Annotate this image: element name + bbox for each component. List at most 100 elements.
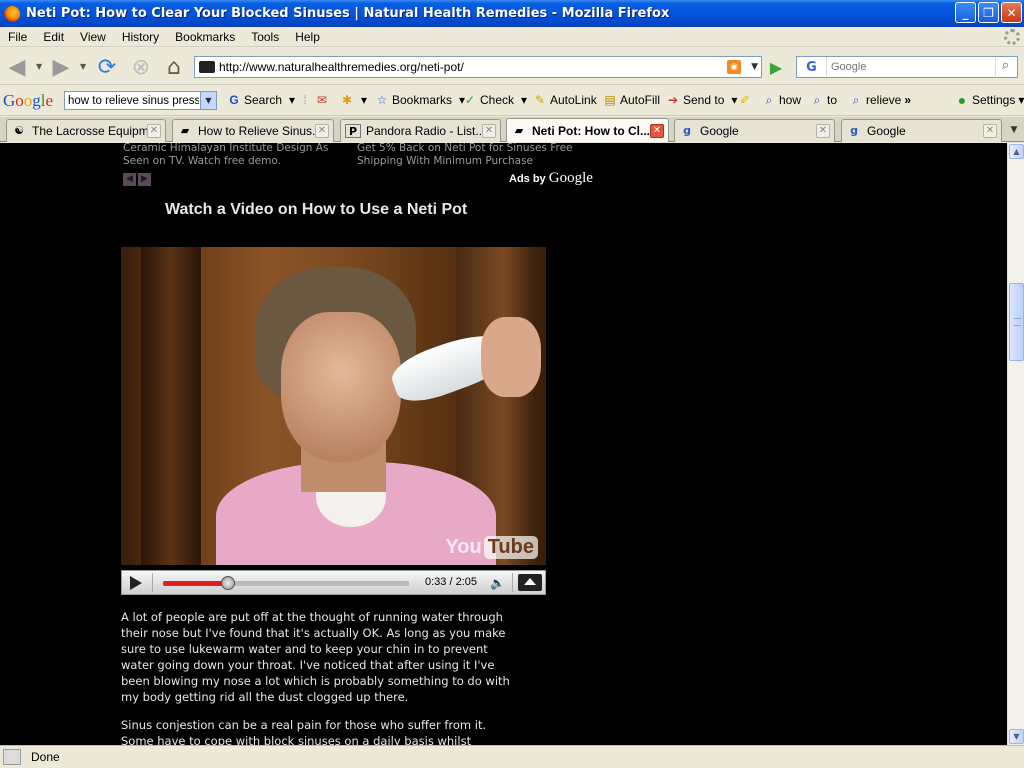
- tab-list-dropdown-icon[interactable]: ▼: [1006, 121, 1022, 139]
- video-frame-hand: [481, 317, 541, 397]
- autolink-wand-icon: ✎: [534, 93, 546, 107]
- ad-next-icon[interactable]: ▶: [138, 173, 151, 186]
- play-icon[interactable]: [130, 576, 142, 590]
- term-magnifier-icon: ⌕: [765, 93, 773, 107]
- google-toolbar-logo[interactable]: Google: [3, 91, 53, 111]
- query-dropdown-icon[interactable]: ▼: [200, 92, 216, 109]
- address-url[interactable]: http://www.naturalhealthremedies.org/net…: [219, 60, 464, 74]
- toolbar-gadgets-button[interactable]: ✱ ▾: [340, 93, 371, 107]
- google-search-button[interactable]: G Search ▾: [227, 93, 299, 107]
- toolbar-news-button[interactable]: ⁞ ✉: [298, 93, 329, 107]
- settings-dropdown-icon[interactable]: ▾: [1018, 93, 1024, 107]
- window-title-bar: Neti Pot: How to Clear Your Blocked Sinu…: [0, 0, 1024, 27]
- search-bar[interactable]: G ⌕: [796, 56, 1018, 78]
- seek-bar-played: [163, 581, 228, 586]
- controls-divider: [512, 573, 513, 592]
- highlighter-button[interactable]: ✐: [738, 93, 752, 107]
- menu-edit[interactable]: Edit: [35, 30, 72, 44]
- tab-lacrosse[interactable]: ☯ The Lacrosse Equipm... ✕: [6, 119, 166, 142]
- close-window-button[interactable]: ✕: [1001, 2, 1022, 23]
- tab-google-1[interactable]: g Google ✕: [674, 119, 835, 142]
- tab-relieve-sinus[interactable]: ▰ How to Relieve Sinus... ✕: [172, 119, 334, 142]
- search-dropdown-icon[interactable]: ▾: [285, 93, 299, 107]
- tab-close-icon[interactable]: ✕: [147, 124, 161, 138]
- search-term-to[interactable]: ⌕ to: [810, 93, 837, 107]
- status-text: Done: [31, 750, 60, 764]
- search-term-how[interactable]: ⌕ how: [762, 93, 801, 107]
- scroll-down-arrow-icon[interactable]: ▼: [1009, 729, 1024, 744]
- tab-neti-pot[interactable]: ▰ Neti Pot: How to Cl... ✕: [506, 118, 669, 142]
- forward-history-dropdown-icon[interactable]: ▼: [80, 62, 88, 71]
- pandora-icon: P: [345, 124, 361, 138]
- back-history-dropdown-icon[interactable]: ▼: [36, 62, 44, 71]
- tab-close-icon[interactable]: ✕: [650, 123, 664, 138]
- tab-close-icon[interactable]: ✕: [983, 124, 997, 138]
- settings-green-dot-icon: ●: [957, 92, 967, 108]
- maximize-button[interactable]: ❐: [978, 2, 999, 23]
- ad-prev-icon[interactable]: ◀: [123, 173, 136, 186]
- tab-close-icon[interactable]: ✕: [816, 124, 830, 138]
- scrollbar-thumb[interactable]: [1009, 283, 1024, 361]
- expand-menu-icon[interactable]: [518, 574, 542, 591]
- term-magnifier-icon: ⌕: [813, 93, 821, 107]
- scroll-up-arrow-icon[interactable]: ▲: [1009, 144, 1024, 159]
- stop-icon[interactable]: ⊗: [128, 54, 154, 80]
- send-to-button[interactable]: ➔ Send to ▾: [666, 93, 741, 107]
- vertical-scrollbar[interactable]: ▲ ▼: [1007, 143, 1024, 745]
- volume-icon[interactable]: 🔈: [490, 576, 505, 590]
- check-dropdown-icon[interactable]: ▾: [517, 93, 531, 107]
- search-term-relieve[interactable]: ⌕ relieve »: [849, 93, 911, 107]
- autofill-icon: ▤: [604, 93, 616, 107]
- menu-help[interactable]: Help: [287, 30, 328, 44]
- reload-icon[interactable]: ⟳: [94, 54, 120, 80]
- toolbar-settings-button[interactable]: ● Settings ▾: [955, 93, 1024, 107]
- video-time: 0:33 / 2:05: [425, 576, 477, 588]
- forward-arrow-icon[interactable]: ▶: [48, 54, 74, 80]
- tab-google-2[interactable]: g Google ✕: [841, 119, 1002, 142]
- google-icon: g: [683, 124, 691, 137]
- site-icon: ▰: [514, 123, 524, 137]
- go-arrow-icon[interactable]: ▶: [766, 57, 786, 77]
- ad-text-1[interactable]: Ceramic Himalayan Institute Design As Se…: [123, 143, 348, 168]
- video-heading: Watch a Video on How to Use a Neti Pot: [165, 201, 468, 218]
- video-frame-face: [281, 312, 401, 462]
- article-paragraph-2: Sinus conjestion can be a real pain for …: [121, 718, 487, 745]
- search-magnifier-icon[interactable]: ⌕: [995, 58, 1015, 76]
- term-magnifier-icon: ⌕: [852, 93, 860, 107]
- back-arrow-icon[interactable]: ◀: [4, 54, 30, 80]
- puzzle-icon: ✱: [341, 93, 353, 107]
- news-icon: ✉: [316, 93, 328, 107]
- seek-handle[interactable]: [221, 576, 235, 590]
- spellcheck-button[interactable]: ✓ Check ▾: [463, 93, 531, 107]
- ad-text-2[interactable]: Get 5% Back on Neti Pot for Sinuses Free…: [357, 143, 593, 168]
- rss-feed-icon[interactable]: ◉: [727, 60, 741, 74]
- google-toolbar-query-input[interactable]: how to relieve sinus pressu ▼: [64, 91, 217, 110]
- autolink-button[interactable]: ✎ AutoLink: [533, 93, 597, 107]
- menu-history[interactable]: History: [114, 30, 167, 44]
- search-input[interactable]: [827, 61, 987, 73]
- minimize-button[interactable]: _: [955, 2, 976, 23]
- spellcheck-icon: ✓: [464, 93, 476, 107]
- video-controls: 0:33 / 2:05 🔈: [121, 570, 546, 595]
- tab-strip: ☯ The Lacrosse Equipm... ✕ ▰ How to Reli…: [0, 117, 1024, 142]
- menu-tools[interactable]: Tools: [243, 30, 287, 44]
- menu-view[interactable]: View: [72, 30, 114, 44]
- highlighter-icon: ✐: [739, 93, 751, 107]
- menu-file[interactable]: File: [0, 30, 35, 44]
- gadgets-dropdown-icon[interactable]: ▾: [357, 93, 371, 107]
- address-bar[interactable]: http://www.naturalhealthremedies.org/net…: [194, 56, 762, 78]
- youtube-video-player[interactable]: You Tube: [121, 247, 546, 565]
- youtube-logo[interactable]: You Tube: [445, 536, 538, 559]
- autofill-button[interactable]: ▤ AutoFill: [603, 93, 660, 107]
- ads-by-google-link[interactable]: Ads by Google: [509, 170, 593, 187]
- window-title: Neti Pot: How to Clear Your Blocked Sinu…: [26, 6, 670, 21]
- bookmarks-toolbar-button[interactable]: ☆ Bookmarks ▾: [375, 93, 469, 107]
- home-icon[interactable]: ⌂: [161, 54, 187, 80]
- tab-close-icon[interactable]: ✕: [482, 124, 496, 138]
- tab-close-icon[interactable]: ✕: [315, 124, 329, 138]
- more-chevron-icon[interactable]: »: [904, 93, 911, 107]
- search-engine-selector[interactable]: G: [797, 57, 827, 77]
- menu-bookmarks[interactable]: Bookmarks: [167, 30, 243, 44]
- tab-pandora[interactable]: P Pandora Radio - List... ✕: [340, 119, 501, 142]
- url-history-dropdown-icon[interactable]: ▼: [751, 62, 758, 72]
